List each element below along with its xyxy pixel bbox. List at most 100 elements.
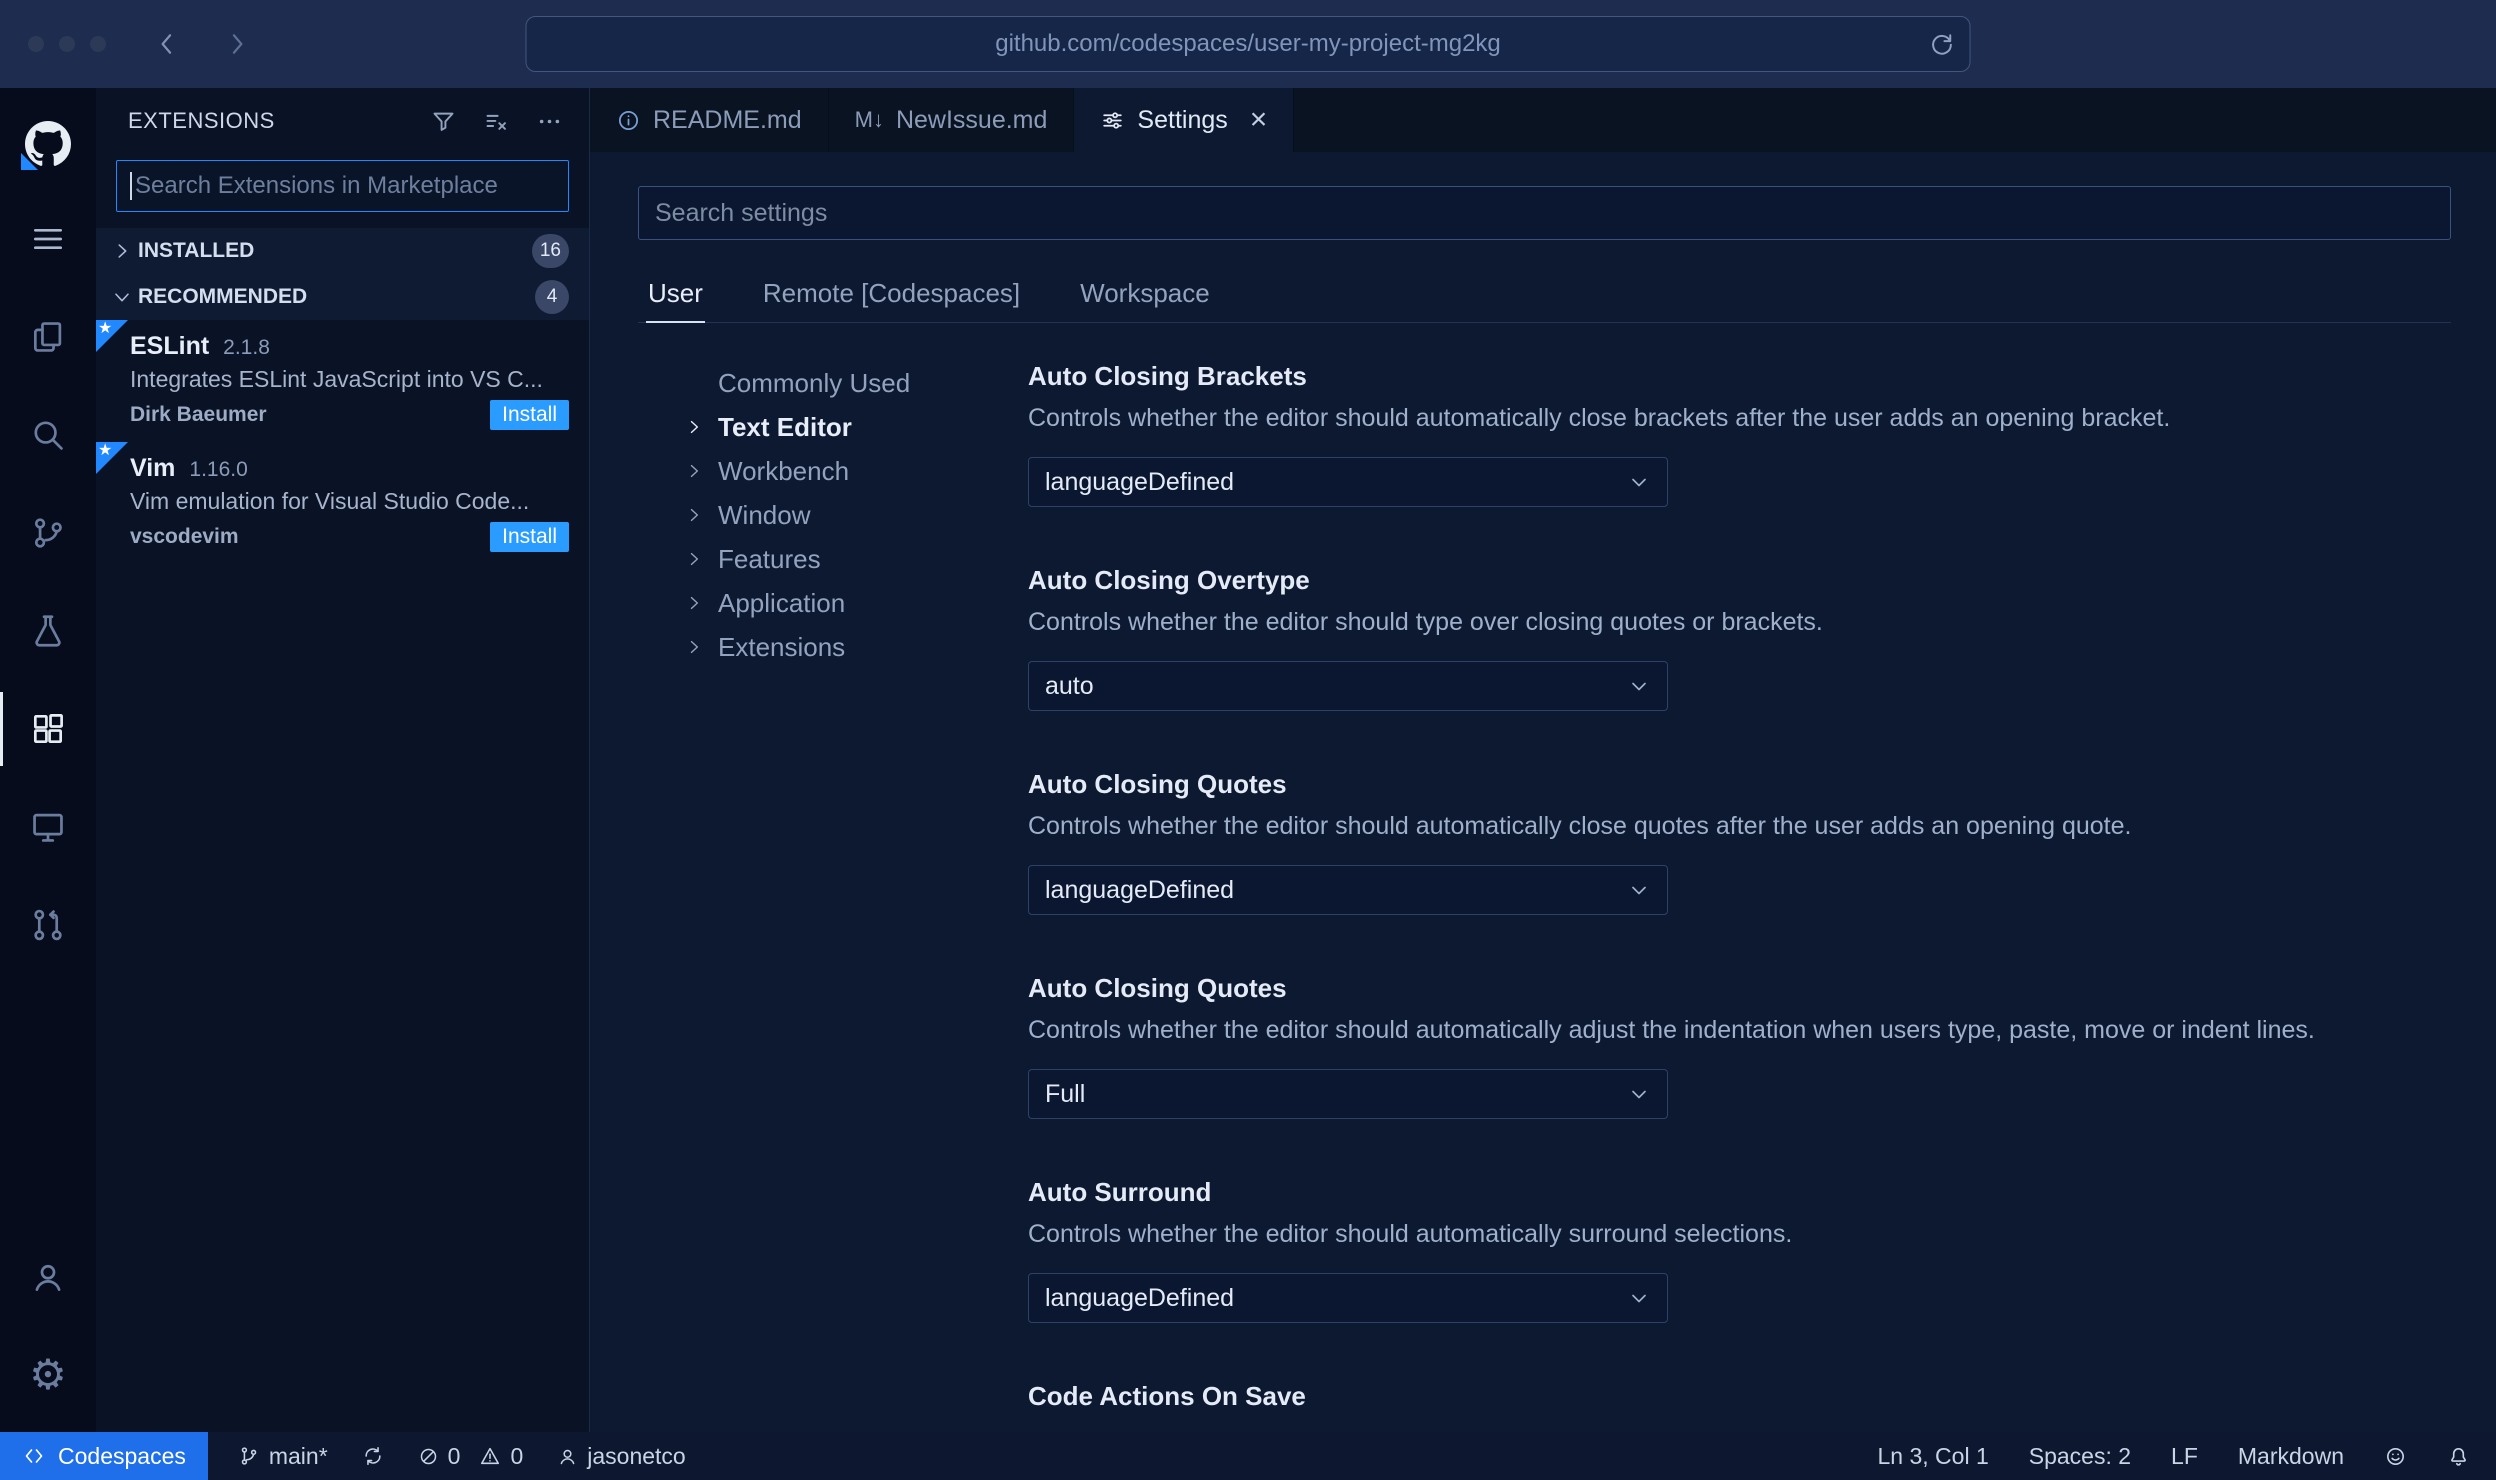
minimize-window-button[interactable] bbox=[59, 36, 75, 52]
markdown-icon: M↓ bbox=[854, 107, 884, 132]
refresh-icon[interactable] bbox=[1928, 30, 1956, 58]
toc-label: Features bbox=[718, 543, 821, 574]
setting-dropdown[interactable]: languageDefined bbox=[1028, 457, 1668, 507]
section-installed[interactable]: INSTALLED 16 bbox=[96, 228, 589, 274]
more-actions-icon[interactable] bbox=[536, 108, 563, 135]
branch-status[interactable]: main* bbox=[238, 1443, 328, 1470]
tab-label: README.md bbox=[653, 105, 802, 134]
activity-test[interactable] bbox=[0, 582, 96, 680]
setting-description: Controls whether the editor should autom… bbox=[1028, 404, 2171, 432]
section-recommended[interactable]: RECOMMENDED 4 bbox=[96, 274, 589, 320]
recommended-count-badge: 4 bbox=[535, 280, 569, 314]
codespaces-status-button[interactable]: Codespaces bbox=[0, 1432, 208, 1480]
activity-remote-explorer[interactable] bbox=[0, 778, 96, 876]
toc-label: Commonly Used bbox=[718, 367, 911, 398]
browser-back-button[interactable] bbox=[152, 29, 182, 59]
toc-window[interactable]: Window bbox=[638, 493, 1028, 537]
account-icon bbox=[35, 1264, 61, 1292]
setting-title: Auto Closing Quotes bbox=[1028, 973, 1287, 1003]
bell-icon[interactable] bbox=[2447, 1445, 2470, 1468]
eol-status[interactable]: LF bbox=[2171, 1443, 2198, 1470]
star-icon: ★ bbox=[98, 442, 113, 459]
activity-bar: ⚙ bbox=[0, 88, 96, 1432]
toc-label: Text Editor bbox=[718, 411, 852, 442]
tab-settings[interactable]: Settings × bbox=[1074, 88, 1295, 152]
section-label: RECOMMENDED bbox=[138, 285, 308, 308]
settings-list: Auto Closing Brackets Controls whether t… bbox=[1028, 361, 2451, 1432]
extension-version: 1.16.0 bbox=[189, 458, 248, 481]
browser-forward-button[interactable] bbox=[222, 29, 252, 59]
warning-icon bbox=[479, 1445, 501, 1467]
activity-explorer[interactable] bbox=[0, 288, 96, 386]
setting-description: Controls whether the editor should type … bbox=[1028, 608, 1823, 636]
setting-dropdown[interactable]: Full bbox=[1028, 1069, 1668, 1119]
install-button[interactable]: Install bbox=[490, 522, 569, 552]
settings-gear-button[interactable]: ⚙ bbox=[0, 1326, 96, 1424]
activity-extensions[interactable] bbox=[0, 680, 96, 778]
menu-button[interactable] bbox=[0, 190, 96, 288]
setting-title: Auto Closing Quotes bbox=[1028, 769, 1287, 799]
scope-tab-workspace[interactable]: Workspace bbox=[1078, 268, 1212, 322]
hamburger-icon bbox=[33, 228, 63, 250]
sidebar-title: EXTENSIONS bbox=[128, 108, 275, 133]
search-icon bbox=[34, 421, 63, 450]
account-button[interactable] bbox=[0, 1228, 96, 1326]
setting-auto-indent: Auto Closing Quotes Controls whether the… bbox=[1028, 973, 2451, 1119]
settings-search-input[interactable] bbox=[638, 186, 2451, 240]
toc-application[interactable]: Application bbox=[638, 581, 1028, 625]
cursor-position[interactable]: Ln 3, Col 1 bbox=[1878, 1443, 1989, 1470]
pull-request-icon bbox=[34, 909, 62, 941]
extensions-icon bbox=[33, 714, 63, 744]
setting-dropdown[interactable]: languageDefined bbox=[1028, 1273, 1668, 1323]
section-label: INSTALLED bbox=[138, 239, 255, 262]
extension-version: 2.1.8 bbox=[223, 336, 270, 359]
toc-features[interactable]: Features bbox=[638, 537, 1028, 581]
indentation-status[interactable]: Spaces: 2 bbox=[2029, 1443, 2131, 1470]
install-button[interactable]: Install bbox=[490, 400, 569, 430]
chevron-right-icon bbox=[684, 637, 718, 657]
beaker-icon bbox=[35, 615, 61, 647]
setting-description: Controls whether the editor should autom… bbox=[1028, 1016, 2315, 1044]
toc-commonly-used[interactable]: Commonly Used bbox=[638, 361, 1028, 405]
chevron-down-icon bbox=[1627, 470, 1651, 494]
language-mode[interactable]: Markdown bbox=[2238, 1443, 2344, 1470]
sync-icon[interactable] bbox=[362, 1445, 384, 1467]
extension-row-eslint[interactable]: ★ ESLint 2.1.8 Integrates ESLint JavaScr… bbox=[96, 320, 589, 442]
activity-pull-requests[interactable] bbox=[0, 876, 96, 974]
editor-area: README.md M↓ NewIssue.md Settings × User… bbox=[590, 88, 2496, 1432]
tab-readme[interactable]: README.md bbox=[590, 88, 829, 152]
extension-row-vim[interactable]: ★ Vim 1.16.0 Vim emulation for Visual St… bbox=[96, 442, 589, 564]
extension-author: Dirk Baeumer bbox=[130, 403, 267, 426]
setting-dropdown[interactable]: auto bbox=[1028, 661, 1668, 711]
sliders-icon bbox=[1100, 108, 1125, 133]
chevron-right-icon bbox=[684, 505, 718, 525]
toc-text-editor[interactable]: Text Editor bbox=[638, 405, 1028, 449]
maximize-window-button[interactable] bbox=[90, 36, 106, 52]
problems-status[interactable]: 0 0 bbox=[418, 1443, 523, 1470]
clear-search-icon[interactable] bbox=[483, 108, 510, 135]
activity-source-control[interactable] bbox=[0, 484, 96, 582]
toc-label: Application bbox=[718, 587, 846, 618]
chevron-right-icon bbox=[106, 240, 138, 262]
setting-auto-closing-overtype: Auto Closing Overtype Controls whether t… bbox=[1028, 565, 2451, 711]
setting-code-actions-on-save: Code Actions On Save bbox=[1028, 1381, 2451, 1412]
chevron-right-icon bbox=[684, 461, 718, 481]
feedback-icon[interactable] bbox=[2384, 1445, 2407, 1468]
user-status[interactable]: jasonetco bbox=[557, 1443, 686, 1470]
extensions-search-input[interactable] bbox=[116, 160, 569, 212]
activity-search[interactable] bbox=[0, 386, 96, 484]
extension-author: vscodevim bbox=[130, 525, 239, 548]
toc-extensions[interactable]: Extensions bbox=[638, 625, 1028, 669]
tab-newissue[interactable]: M↓ NewIssue.md bbox=[828, 88, 1075, 152]
installed-count-badge: 16 bbox=[531, 234, 569, 268]
filter-icon[interactable] bbox=[430, 108, 457, 135]
close-window-button[interactable] bbox=[28, 36, 44, 52]
setting-dropdown[interactable]: languageDefined bbox=[1028, 865, 1668, 915]
scope-tab-remote[interactable]: Remote [Codespaces] bbox=[761, 268, 1022, 322]
close-icon[interactable]: × bbox=[1250, 105, 1268, 135]
scope-tab-user[interactable]: User bbox=[646, 268, 705, 323]
toc-workbench[interactable]: Workbench bbox=[638, 449, 1028, 493]
setting-auto-closing-brackets: Auto Closing Brackets Controls whether t… bbox=[1028, 361, 2451, 507]
address-bar[interactable]: github.com/codespaces/user-my-project-mg… bbox=[525, 16, 1971, 72]
status-bar: Codespaces main* 0 0 jasonetco Ln 3, Col… bbox=[0, 1432, 2496, 1480]
